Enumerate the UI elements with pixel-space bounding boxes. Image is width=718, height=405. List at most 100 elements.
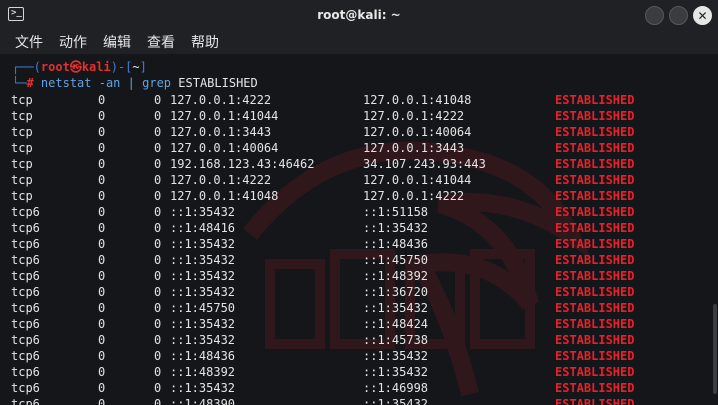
cell-foreign: 34.107.243.93:443 xyxy=(363,157,486,171)
maximize-button[interactable] xyxy=(669,6,688,25)
cell-local: ::1:35432 xyxy=(170,205,236,219)
cell-send: 0 xyxy=(154,333,162,347)
cell-local: ::1:35432 xyxy=(170,381,236,395)
cell-local: 127.0.0.1:40064 xyxy=(170,141,279,155)
cell-send: 0 xyxy=(154,269,162,283)
cell-proto: tcp6 xyxy=(11,205,40,219)
cell-proto: tcp xyxy=(11,109,33,123)
cell-local: ::1:48436 xyxy=(170,349,236,363)
menu-help[interactable]: 帮助 xyxy=(191,34,219,52)
cell-state: ESTABLISHED xyxy=(555,109,635,123)
minimize-button[interactable] xyxy=(645,6,664,25)
cell-send: 0 xyxy=(154,349,162,363)
cell-send: 0 xyxy=(154,365,162,379)
scrollbar[interactable] xyxy=(710,54,718,405)
cell-proto: tcp6 xyxy=(11,349,40,363)
cell-proto: tcp6 xyxy=(11,253,40,267)
cell-foreign: 127.0.0.1:3443 xyxy=(363,141,465,155)
cell-send: 0 xyxy=(154,93,162,107)
cell-foreign: ::1:35432 xyxy=(363,397,429,405)
cell-send: 0 xyxy=(154,125,162,139)
cell-proto: tcp xyxy=(11,173,33,187)
cell-local: 192.168.123.43:46462 xyxy=(170,157,315,171)
cell-local: ::1:48392 xyxy=(170,365,236,379)
cell-local: 127.0.0.1:3443 xyxy=(170,125,272,139)
cell-state: ESTABLISHED xyxy=(555,269,635,283)
menu-edit[interactable]: 编辑 xyxy=(103,34,131,52)
menu-file[interactable]: 文件 xyxy=(15,34,43,52)
cell-foreign: 127.0.0.1:4222 xyxy=(363,189,465,203)
cell-foreign: ::1:35432 xyxy=(363,349,429,363)
scrollbar-thumb[interactable] xyxy=(713,304,717,394)
cell-recv: 0 xyxy=(98,173,106,187)
cell-state: ESTABLISHED xyxy=(555,381,635,395)
cell-foreign: ::1:36720 xyxy=(363,285,429,299)
cell-state: ESTABLISHED xyxy=(555,221,635,235)
cell-proto: tcp6 xyxy=(11,285,40,299)
title-bar[interactable]: >_ root@kali: ~ ✕ xyxy=(0,0,718,32)
cell-send: 0 xyxy=(154,397,162,405)
cell-local: ::1:35432 xyxy=(170,253,236,267)
cell-recv: 0 xyxy=(98,381,106,395)
cell-recv: 0 xyxy=(98,301,106,315)
cell-foreign: ::1:45750 xyxy=(363,253,429,267)
cell-state: ESTABLISHED xyxy=(555,317,635,331)
cell-state: ESTABLISHED xyxy=(555,93,635,107)
menu-action[interactable]: 动作 xyxy=(59,34,87,52)
cell-state: ESTABLISHED xyxy=(555,189,635,203)
cell-local: ::1:48416 xyxy=(170,221,236,235)
cell-recv: 0 xyxy=(98,349,106,363)
cell-proto: tcp6 xyxy=(11,381,40,395)
cell-recv: 0 xyxy=(98,397,106,405)
cell-foreign: ::1:35432 xyxy=(363,301,429,315)
cell-foreign: ::1:35432 xyxy=(363,221,429,235)
cell-recv: 0 xyxy=(98,253,106,267)
cell-send: 0 xyxy=(154,317,162,331)
cell-recv: 0 xyxy=(98,205,106,219)
cell-send: 0 xyxy=(154,205,162,219)
cell-local: ::1:35432 xyxy=(170,333,236,347)
cell-recv: 0 xyxy=(98,125,106,139)
cell-recv: 0 xyxy=(98,317,106,331)
cell-state: ESTABLISHED xyxy=(555,349,635,363)
cell-foreign: 127.0.0.1:41048 xyxy=(363,93,472,107)
cell-local: 127.0.0.1:4222 xyxy=(170,93,272,107)
cell-proto: tcp6 xyxy=(11,269,40,283)
cell-state: ESTABLISHED xyxy=(555,141,635,155)
cell-local: ::1:35432 xyxy=(170,237,236,251)
cell-foreign: ::1:51158 xyxy=(363,205,429,219)
cell-proto: tcp xyxy=(11,141,33,155)
cell-state: ESTABLISHED xyxy=(555,301,635,315)
cell-send: 0 xyxy=(154,157,162,171)
cell-proto: tcp xyxy=(11,93,33,107)
terminal-output[interactable]: ┌──(root㉿kali)-[~] └─# netstat -an | gre… xyxy=(0,54,718,405)
menu-view[interactable]: 查看 xyxy=(147,34,175,52)
cell-recv: 0 xyxy=(98,221,106,235)
cell-send: 0 xyxy=(154,221,162,235)
cell-state: ESTABLISHED xyxy=(555,333,635,347)
cell-local: 127.0.0.1:4222 xyxy=(170,173,272,187)
close-button[interactable]: ✕ xyxy=(693,6,712,25)
cell-send: 0 xyxy=(154,301,162,315)
cell-foreign: 127.0.0.1:40064 xyxy=(363,125,472,139)
cell-foreign: 127.0.0.1:41044 xyxy=(363,173,472,187)
cell-local: 127.0.0.1:41044 xyxy=(170,109,279,123)
cell-proto: tcp6 xyxy=(11,333,40,347)
cell-foreign: ::1:45738 xyxy=(363,333,429,347)
cell-send: 0 xyxy=(154,237,162,251)
cell-state: ESTABLISHED xyxy=(555,173,635,187)
cell-recv: 0 xyxy=(98,109,106,123)
cell-foreign: 127.0.0.1:4222 xyxy=(363,109,465,123)
cell-proto: tcp6 xyxy=(11,237,40,251)
close-icon: ✕ xyxy=(697,9,708,23)
cell-recv: 0 xyxy=(98,157,106,171)
cell-local: ::1:35432 xyxy=(170,317,236,331)
cell-local: ::1:48390 xyxy=(170,397,236,405)
cell-recv: 0 xyxy=(98,269,106,283)
cell-recv: 0 xyxy=(98,93,106,107)
cell-send: 0 xyxy=(154,285,162,299)
cell-recv: 0 xyxy=(98,189,106,203)
cell-send: 0 xyxy=(154,381,162,395)
cell-local: ::1:45750 xyxy=(170,301,236,315)
cell-proto: tcp xyxy=(11,189,33,203)
